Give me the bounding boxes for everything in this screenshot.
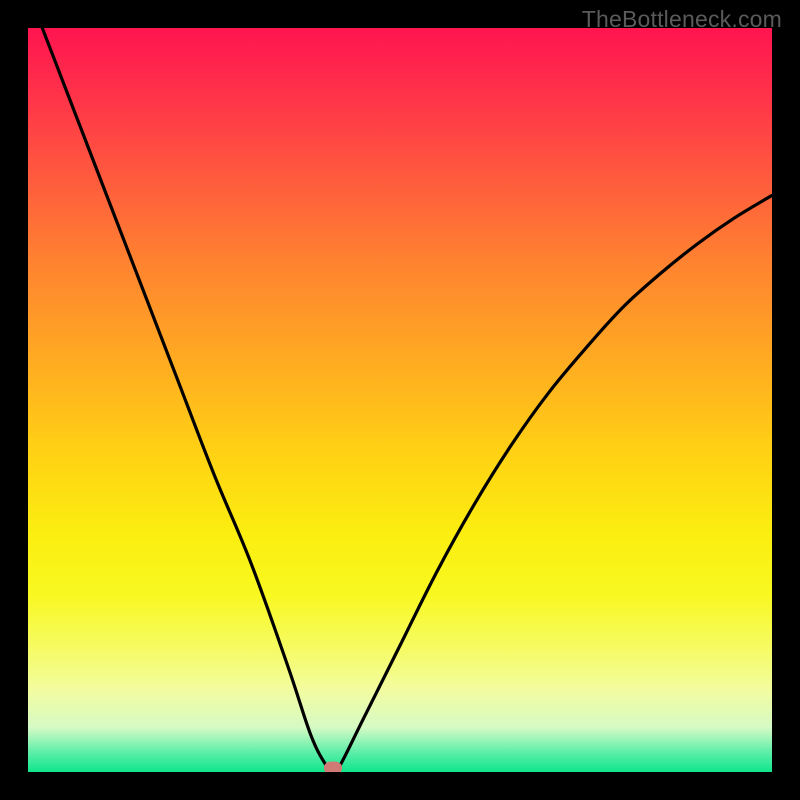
bottleneck-curve	[28, 28, 772, 772]
watermark-text: TheBottleneck.com	[582, 6, 782, 33]
plot-area	[28, 28, 772, 772]
optimal-point-marker	[324, 761, 342, 772]
